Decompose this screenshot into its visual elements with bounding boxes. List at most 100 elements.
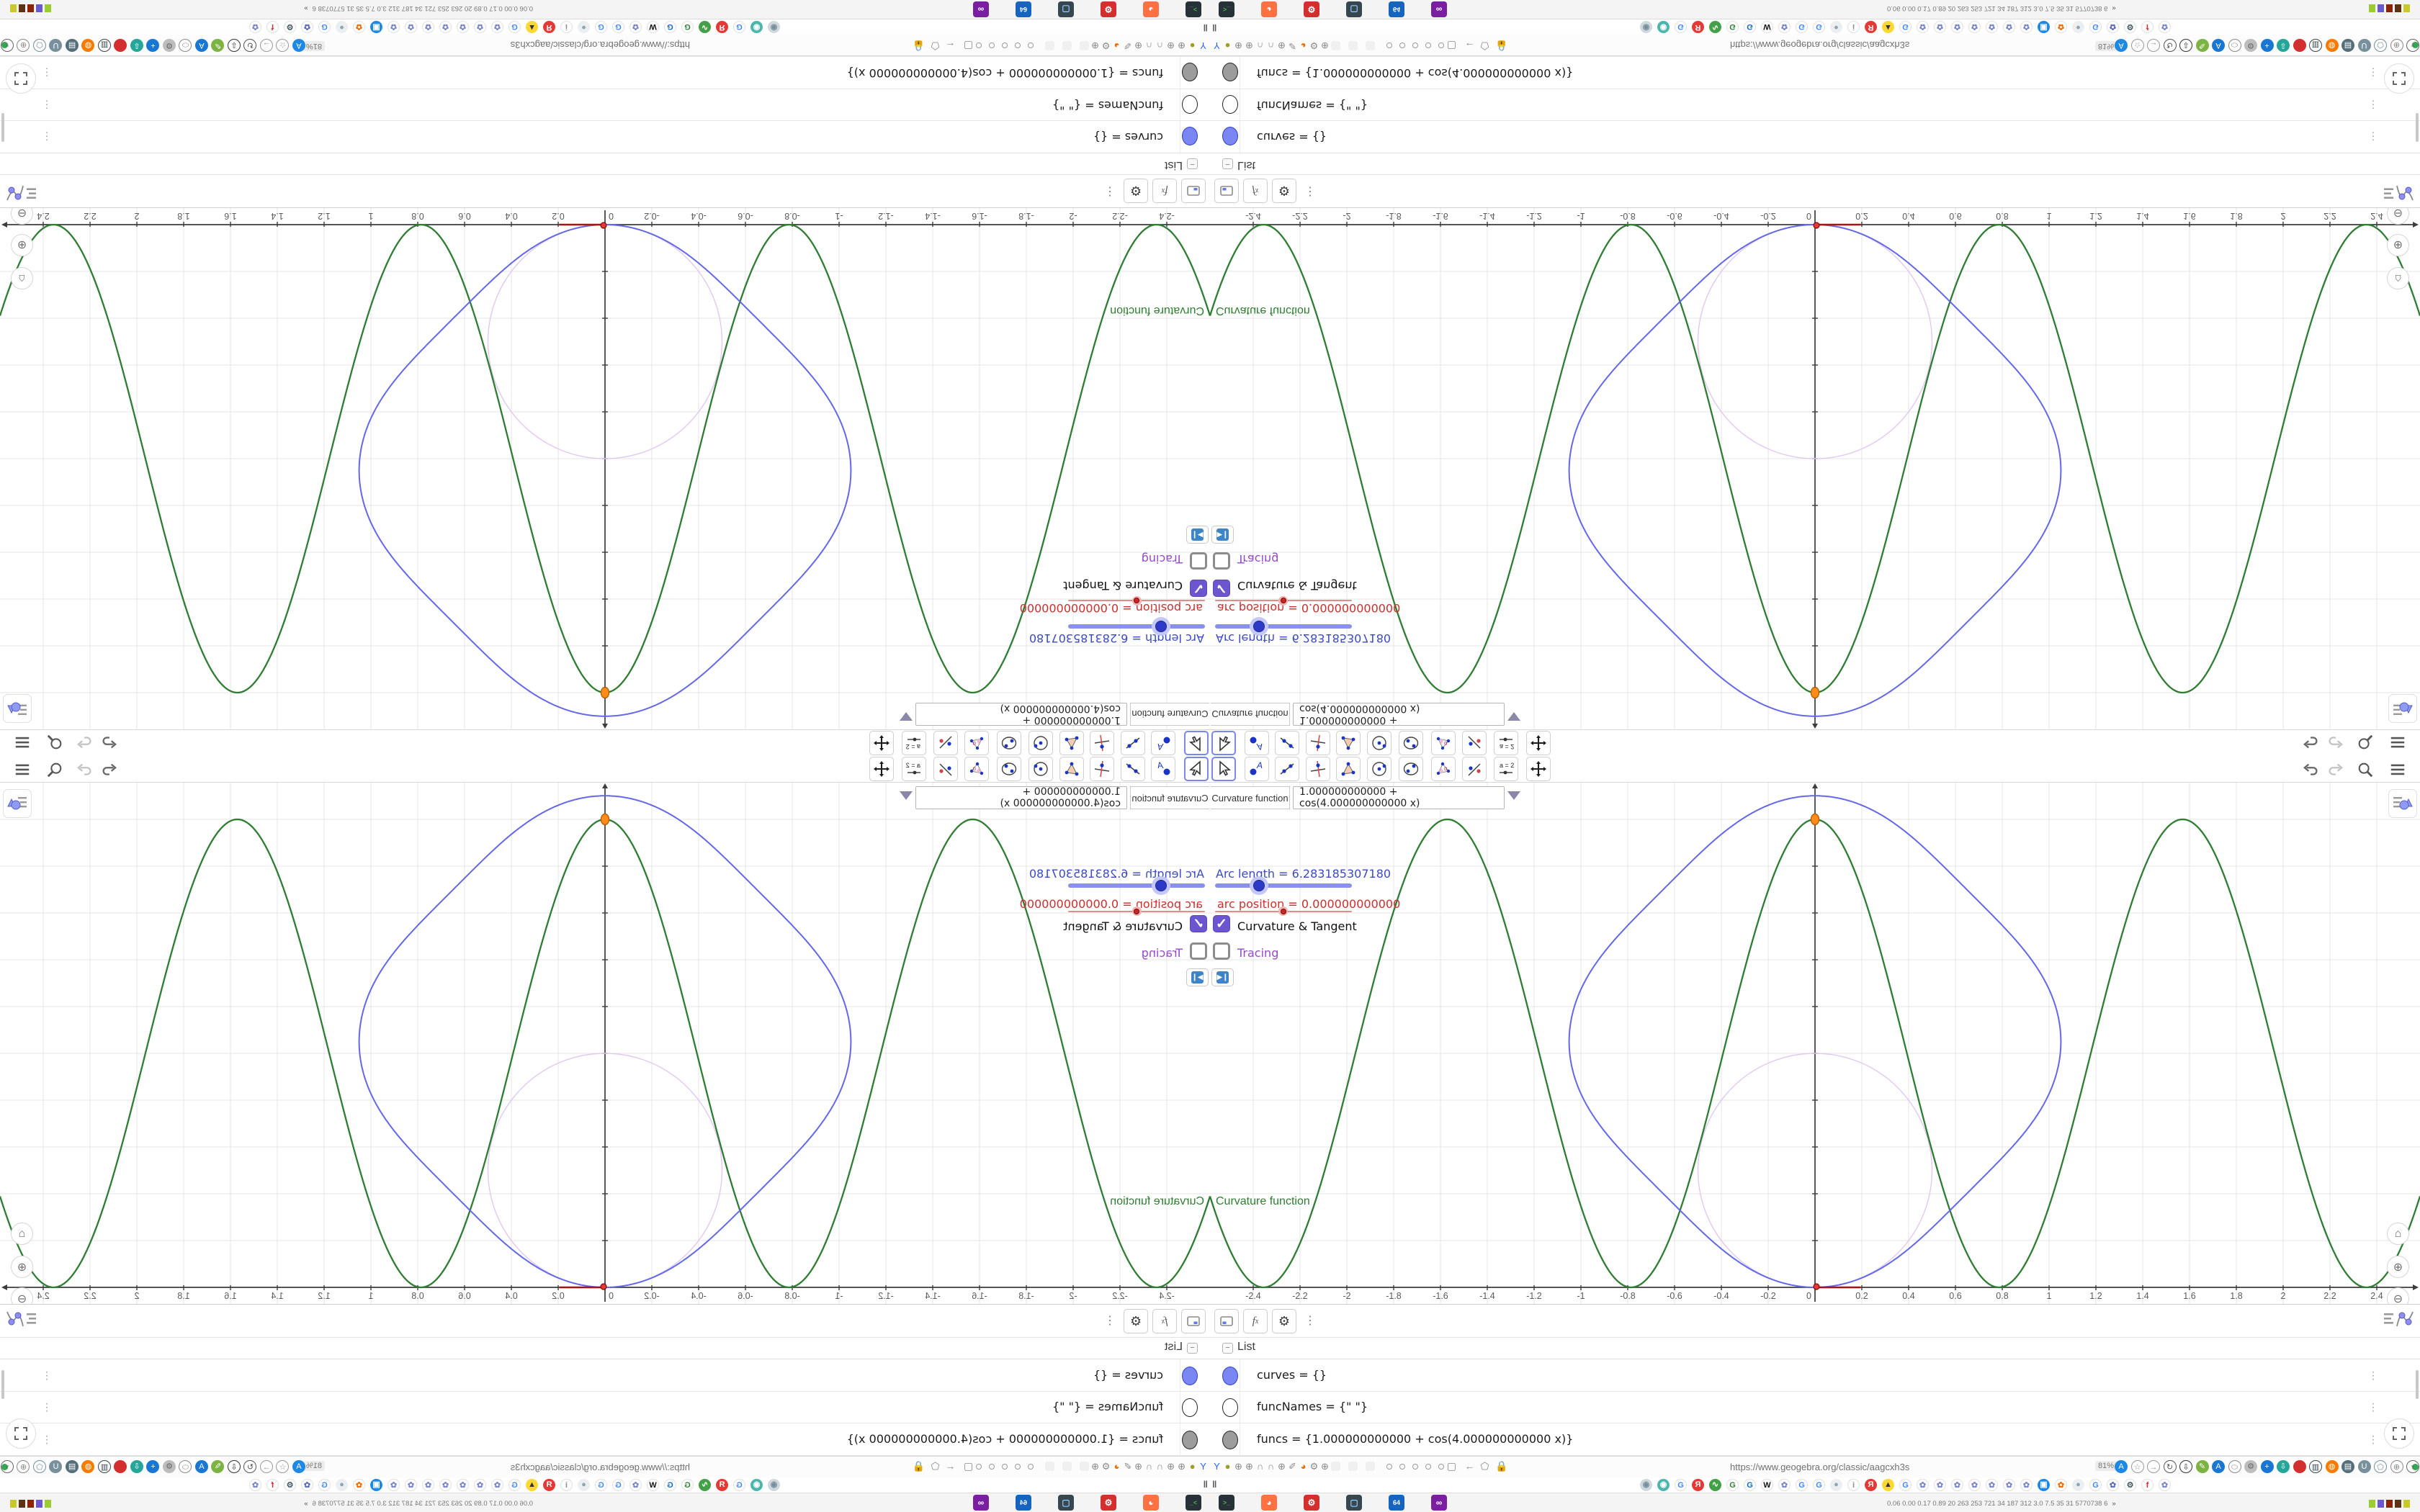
- row-drag-handle-icon[interactable]: ⋮: [2368, 1401, 2378, 1413]
- bookmark-favicon[interactable]: ✿: [353, 21, 365, 33]
- bookmark-favicon[interactable]: G: [612, 21, 624, 33]
- bookmark-favicon[interactable]: ✿: [457, 21, 469, 33]
- bookmark-favicon[interactable]: ✿: [1778, 1479, 1791, 1491]
- extension-icon[interactable]: ⚙: [1309, 40, 1319, 51]
- extension-icon[interactable]: ⊕: [1165, 40, 1176, 51]
- tool-point[interactable]: A: [1245, 731, 1269, 755]
- tool-slider[interactable]: a = 2: [1494, 757, 1518, 781]
- tool-perpendicular-line[interactable]: [1306, 757, 1330, 781]
- chevron-down-icon[interactable]: [1507, 712, 1520, 721]
- bookmark-favicon[interactable]: ▣: [370, 21, 382, 33]
- bookmark-favicon[interactable]: Я: [1692, 1479, 1704, 1491]
- bookmark-favicon[interactable]: ✿: [2107, 1479, 2119, 1491]
- row-drag-handle-icon[interactable]: ⋮: [2368, 131, 2378, 143]
- extension-icon[interactable]: ⊕: [1319, 1461, 1330, 1472]
- bookmark-favicon[interactable]: ✿: [2055, 1479, 2067, 1491]
- bookmark-favicon[interactable]: G: [2089, 21, 2102, 33]
- taskbar-app-icon[interactable]: 64: [1389, 1495, 1404, 1511]
- arrow-left-icon[interactable]: ←: [1464, 40, 1475, 52]
- visibility-toggle-circle[interactable]: [1182, 1430, 1198, 1449]
- tool-polygon[interactable]: [1336, 731, 1361, 755]
- tool-polygon[interactable]: [1059, 731, 1084, 755]
- bookmark-favicon[interactable]: i: [1847, 21, 1860, 33]
- extension-icon[interactable]: ✐: [1122, 40, 1133, 51]
- graphics-view[interactable]: -2.4 -2.2 -2 -1.8 -1.6 -1.4 -1.2 -1 -0.8 -0.6 -0.4…: [0, 207, 1210, 729]
- keyboard-icon[interactable]: [1181, 179, 1206, 203]
- tool-angle[interactable]: α: [964, 731, 989, 755]
- function-expression-input[interactable]: 1.000000000000 + cos(4.000000000000 x): [1293, 786, 1505, 809]
- extension-icon[interactable]: U: [49, 1460, 63, 1473]
- extension-icon[interactable]: ●: [1187, 40, 1198, 51]
- bookmark-favicon[interactable]: f: [2141, 21, 2154, 33]
- step-button[interactable]: ▶❙: [1186, 526, 1209, 544]
- tool-polygon[interactable]: [1336, 757, 1361, 781]
- bookmark-favicon[interactable]: ⚙: [2124, 21, 2136, 33]
- extension-icon[interactable]: ☆: [2130, 1460, 2144, 1473]
- taskbar-app-icon[interactable]: ▢: [1058, 1, 1074, 17]
- shield-icon[interactable]: ⬠: [1479, 1461, 1490, 1472]
- overflow-dots-icon[interactable]: ⋮: [1103, 184, 1116, 199]
- undo-button[interactable]: [2301, 734, 2321, 751]
- tool-reflect[interactable]: [1462, 731, 1487, 755]
- bookmark-favicon[interactable]: ⚙: [2124, 1479, 2136, 1491]
- extension-icon[interactable]: ⊕: [17, 1460, 30, 1473]
- extension-icon[interactable]: ⚙: [1101, 40, 1111, 51]
- bookmark-favicon[interactable]: G: [1796, 1479, 1808, 1491]
- function-selector-dropdown[interactable]: Curvature function: [1211, 703, 1290, 726]
- tool-pan-view[interactable]: [869, 731, 894, 755]
- extension-icon[interactable]: ⇩: [2277, 39, 2290, 52]
- tool-move-cursor[interactable]: [1211, 731, 1236, 755]
- extension-icon[interactable]: ◕: [1298, 1461, 1309, 1472]
- bookmark-favicon[interactable]: ✿: [1986, 21, 1998, 33]
- taskbar-app-icon[interactable]: >_: [1219, 1495, 1234, 1511]
- taskbar-app-icon[interactable]: ∞: [1431, 1495, 1447, 1511]
- extension-icon[interactable]: ◕: [1111, 1461, 1122, 1472]
- taskbar-app-icon[interactable]: 64: [1389, 1, 1404, 17]
- arrow-left-icon[interactable]: ←: [945, 40, 956, 52]
- bookmark-favicon[interactable]: Я: [716, 1479, 728, 1491]
- arc-length-slider-handle[interactable]: [1155, 621, 1167, 632]
- extension-icon[interactable]: ♆: [1, 1460, 14, 1473]
- extension-icon[interactable]: A: [292, 1460, 305, 1473]
- tool-circle-two-points[interactable]: [997, 757, 1021, 781]
- tool-circle-two-points[interactable]: [1399, 731, 1423, 755]
- fx-icon[interactable]: fx: [1243, 1309, 1268, 1333]
- taskbar-app-icon[interactable]: >_: [1186, 1495, 1201, 1511]
- extension-icon[interactable]: ⊕: [2390, 39, 2403, 52]
- bookmark-favicon[interactable]: f: [266, 21, 279, 33]
- tracing-checkbox[interactable]: [1190, 942, 1207, 960]
- extension-icon[interactable]: +: [146, 1460, 160, 1473]
- bookmark-favicon[interactable]: ✿: [2003, 1479, 2015, 1491]
- extension-icon[interactable]: ⊕: [1233, 1461, 1244, 1472]
- taskbar-app-icon[interactable]: ∞: [973, 1495, 989, 1511]
- collapse-list-button[interactable]: −: [1222, 158, 1233, 169]
- bookmark-favicon[interactable]: ✿: [405, 1479, 417, 1491]
- bookmark-favicon[interactable]: W: [647, 1479, 659, 1491]
- extension-icon[interactable]: ●: [2293, 39, 2306, 52]
- arc-length-slider-handle[interactable]: [1253, 621, 1265, 632]
- zoom-in-button[interactable]: ⊕: [2387, 1256, 2409, 1278]
- bookmark-favicon[interactable]: G: [733, 21, 745, 33]
- visibility-toggle-circle[interactable]: [1222, 1398, 1238, 1417]
- bookmark-favicon[interactable]: ◉: [750, 1479, 763, 1491]
- tool-angle[interactable]: α: [1431, 757, 1456, 781]
- taskbar-app-icon[interactable]: ▢: [1058, 1495, 1074, 1511]
- row-drag-handle-icon[interactable]: ⋮: [2368, 1434, 2378, 1446]
- geogebra-logo[interactable]: [4, 176, 37, 204]
- extension-icon[interactable]: U: [2357, 39, 2371, 52]
- bookmark-favicon[interactable]: G: [681, 21, 694, 33]
- bookmark-favicon[interactable]: G: [1796, 21, 1808, 33]
- extension-icon[interactable]: U: [2357, 1460, 2371, 1473]
- tracing-checkbox[interactable]: [1213, 942, 1230, 960]
- bookmark-favicon[interactable]: ●: [336, 21, 348, 33]
- extension-icon[interactable]: ✐: [1122, 1461, 1133, 1472]
- scrollbar[interactable]: [1, 113, 4, 142]
- url-text[interactable]: https://www.geogebra.org/classic/aagcxh3…: [511, 1462, 690, 1472]
- extension-icon[interactable]: ◕: [1111, 40, 1122, 51]
- bookmark-favicon[interactable]: W: [1761, 1479, 1773, 1491]
- bookmark-favicon[interactable]: ▲: [1882, 21, 1894, 33]
- bookmark-favicon[interactable]: Я: [543, 1479, 555, 1491]
- extension-icon[interactable]: →: [2147, 39, 2160, 52]
- bookmark-favicon[interactable]: ✿: [1917, 1479, 1929, 1491]
- bookmark-favicon[interactable]: ✿: [491, 1479, 503, 1491]
